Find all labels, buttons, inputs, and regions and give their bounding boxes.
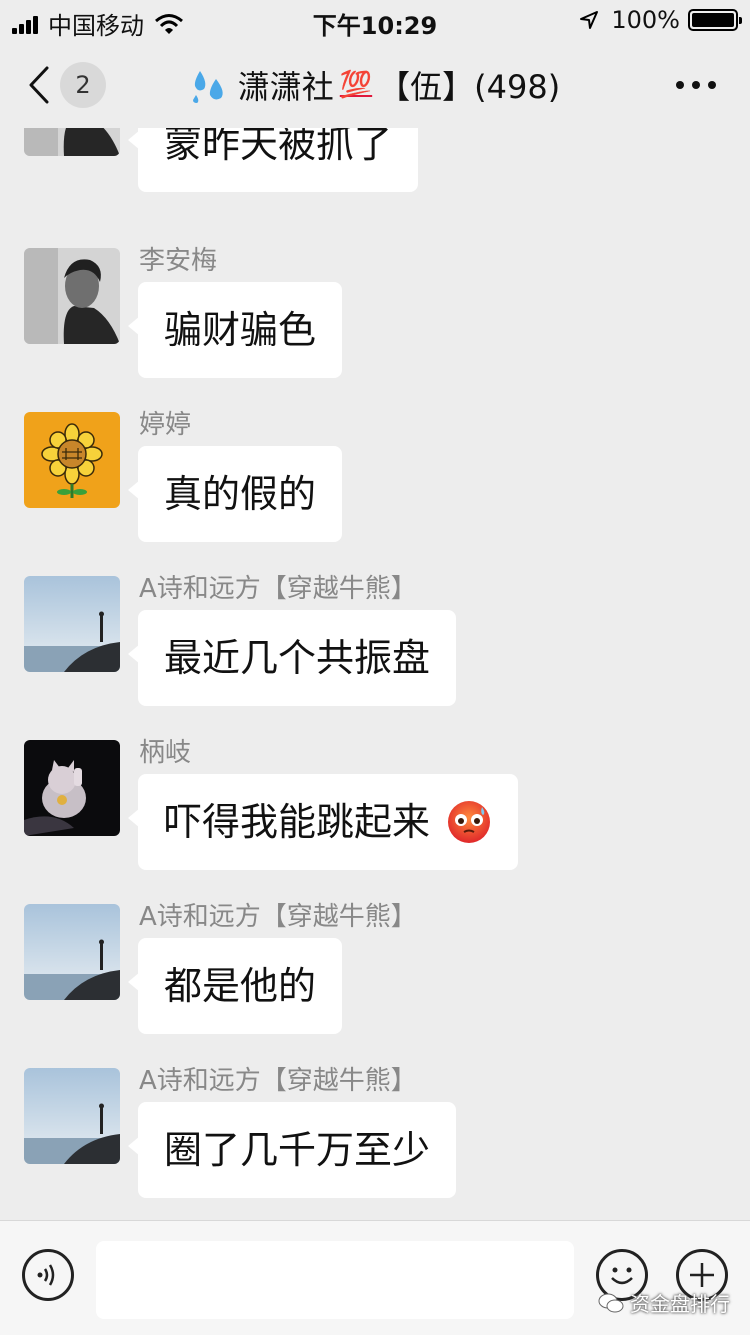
group-suffix: 【伍】(498) bbox=[378, 68, 561, 106]
voice-button[interactable] bbox=[22, 1249, 74, 1301]
message-input[interactable] bbox=[96, 1241, 574, 1319]
watermark-text: 资金盘排行 bbox=[630, 1292, 730, 1316]
message-bubble[interactable]: 蒙昨天被抓了 bbox=[127, 128, 419, 192]
avatar-sunflower[interactable] bbox=[24, 412, 120, 508]
avatar-lucky-cat-night[interactable] bbox=[24, 740, 120, 836]
unread-badge: 2 bbox=[60, 62, 106, 108]
group-name: 潇潇社 bbox=[237, 68, 334, 106]
avatar-man-portrait[interactable] bbox=[24, 248, 120, 344]
battery-percent: 100% bbox=[611, 6, 680, 34]
status-bar: 中国移动 下午10:29 100% bbox=[0, 0, 750, 40]
message-bubble[interactable]: 最近几个共振盘 bbox=[127, 610, 457, 706]
sweat-droplets-icon bbox=[192, 71, 223, 103]
message-bubble[interactable]: 吓得我能跳起来 bbox=[127, 774, 519, 870]
message-bubble[interactable]: 都是他的 bbox=[127, 938, 343, 1034]
flushed-face-icon bbox=[448, 800, 491, 843]
man-portrait-image bbox=[24, 128, 120, 156]
sender-name: A诗和远方【穿越牛熊】 bbox=[139, 1066, 417, 1096]
back-chevron-icon bbox=[29, 66, 49, 104]
message-text: 圈了几千万至少 bbox=[164, 1128, 431, 1172]
message-bubble[interactable]: 真的假的 bbox=[127, 446, 343, 542]
location-arrow-icon bbox=[580, 11, 599, 29]
seaside-silhouette-image bbox=[24, 1068, 120, 1164]
avatar-seaside-silhouette[interactable] bbox=[24, 904, 120, 1000]
wechat-icon bbox=[598, 1293, 624, 1312]
watermark: 资金盘排行 bbox=[598, 1288, 730, 1317]
seaside-silhouette-image bbox=[24, 904, 120, 1000]
sender-name: A诗和远方【穿越牛熊】 bbox=[139, 574, 417, 604]
input-bar: 资金盘排行 bbox=[0, 1220, 750, 1335]
message-text: 真的假的 bbox=[164, 472, 317, 516]
lucky-cat-night-image bbox=[24, 740, 120, 836]
avatar-seaside-silhouette[interactable] bbox=[24, 576, 120, 672]
message-text: 骗财骗色 bbox=[164, 308, 317, 352]
chat-title: 潇潇社 💯 【伍】(498) bbox=[130, 60, 620, 110]
sender-name: A诗和远方【穿越牛熊】 bbox=[139, 902, 417, 932]
more-dot bbox=[692, 81, 700, 89]
voice-icon bbox=[37, 1264, 55, 1286]
sunflower-image bbox=[24, 412, 120, 508]
sender-name: 柄岐 bbox=[139, 738, 192, 768]
seaside-silhouette-image bbox=[24, 576, 120, 672]
message-bubble[interactable]: 骗财骗色 bbox=[127, 282, 343, 378]
back-button[interactable]: 2 bbox=[28, 60, 118, 110]
sender-name: 婷婷 bbox=[139, 410, 192, 440]
message-text: 吓得我能跳起来 bbox=[164, 800, 431, 844]
message-bubble[interactable]: 圈了几千万至少 bbox=[127, 1102, 457, 1198]
hundred-points-icon: 💯 bbox=[339, 70, 373, 100]
more-dot bbox=[676, 81, 684, 89]
more-dot bbox=[708, 81, 716, 89]
sender-name: 李安梅 bbox=[139, 246, 218, 276]
man-portrait-image bbox=[24, 248, 120, 344]
avatar-man-portrait[interactable] bbox=[24, 128, 120, 156]
chat-message-list[interactable]: 蒙昨天被抓了 李安梅 骗财骗色 婷婷 真的假的 A诗和远方【穿越牛熊】 最近几个… bbox=[0, 128, 750, 1220]
nav-bar: 2 潇潇社 💯 【伍】(498) bbox=[0, 40, 750, 128]
message-text: 最近几个共振盘 bbox=[164, 636, 431, 680]
status-right: 100% bbox=[579, 6, 742, 34]
more-button[interactable] bbox=[676, 70, 716, 100]
avatar-seaside-silhouette[interactable] bbox=[24, 1068, 120, 1164]
battery-icon bbox=[688, 9, 742, 31]
message-text: 都是他的 bbox=[164, 964, 317, 1008]
message-text: 蒙昨天被抓了 bbox=[164, 128, 393, 166]
